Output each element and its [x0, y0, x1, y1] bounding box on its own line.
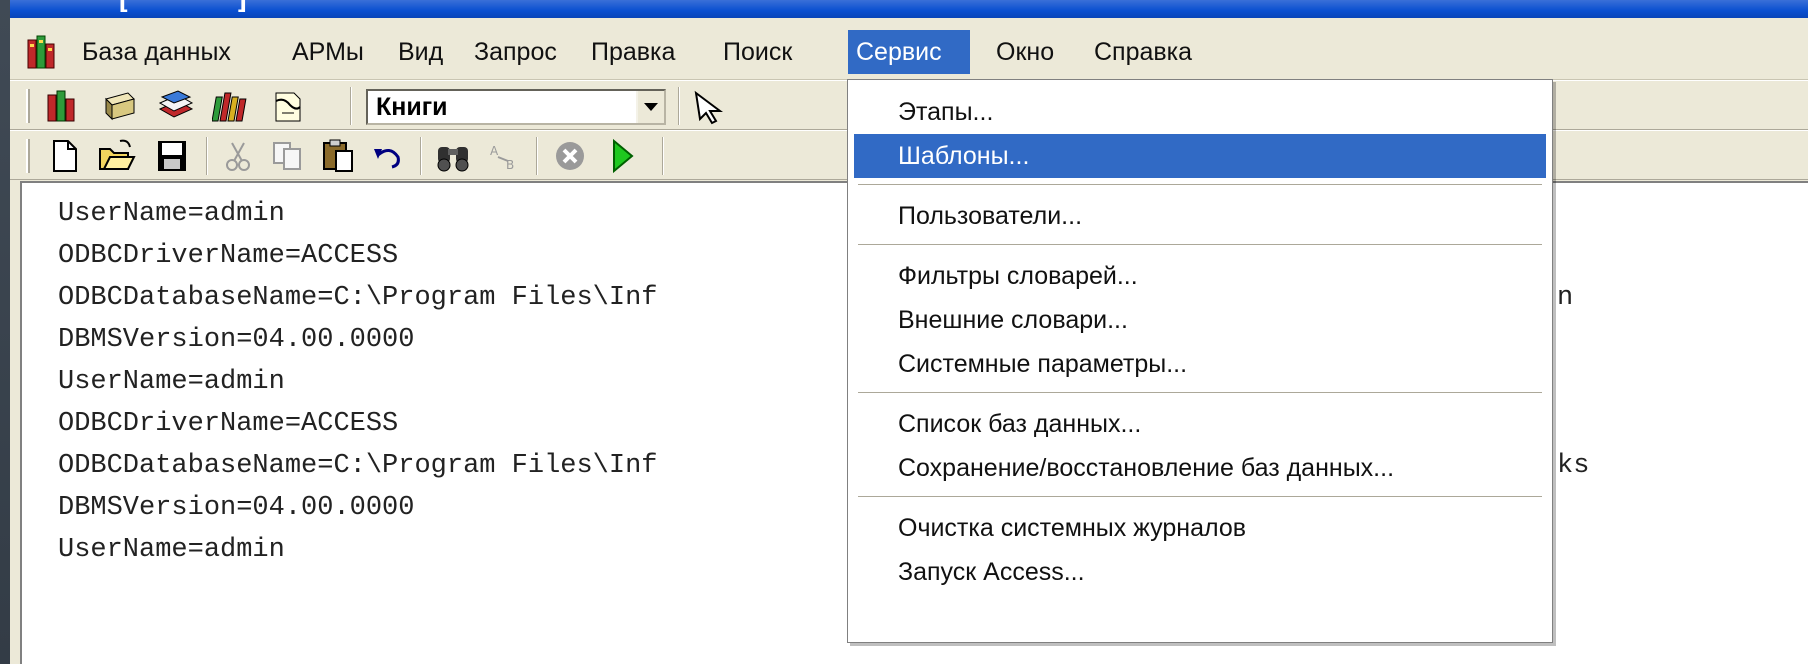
paste-icon[interactable]	[318, 137, 358, 175]
service-menu-dropdown: Этапы... Шаблоны... Пользователи... Филь…	[847, 79, 1553, 643]
editor-line: ODBCDriverName=ACCESS	[58, 409, 399, 439]
editor-line: UserName=admin	[58, 199, 285, 229]
editor-line: ODBCDatabaseName=C:\Program Files\Inf	[58, 283, 658, 313]
menu-bar: База данных АРМы Вид Запрос Правка Поиск…	[10, 24, 1808, 80]
menu-database[interactable]: База данных	[74, 34, 239, 70]
toolbar-separator	[678, 87, 680, 125]
svg-text:A: A	[490, 144, 499, 158]
menu-query[interactable]: Запрос	[466, 34, 565, 70]
menu-item-clear-logs[interactable]: Очистка системных журналов	[854, 506, 1546, 550]
stack-icon[interactable]	[211, 87, 252, 125]
editor-line: ODBCDatabaseName=C:\Program Files\Inf	[58, 451, 658, 481]
editor-line: UserName=admin	[58, 535, 285, 565]
toolbar-separator	[662, 137, 664, 175]
menu-separator	[858, 244, 1542, 246]
window-title: [ ]	[22, 0, 542, 12]
replace-icon: AB	[484, 137, 524, 175]
toolbar-separator	[420, 137, 422, 175]
menu-window[interactable]: Окно	[988, 34, 1062, 70]
pointer-icon[interactable]	[690, 87, 730, 125]
menu-item-system-parameters[interactable]: Системные параметры...	[854, 342, 1546, 386]
chevron-down-icon[interactable]	[636, 91, 664, 123]
editor-line: DBMSVersion=04.00.0000	[58, 325, 415, 355]
copy-icon	[268, 137, 308, 175]
menu-arms[interactable]: АРМы	[284, 34, 372, 70]
database-combo[interactable]: Книги	[366, 89, 666, 125]
find-icon[interactable]	[434, 137, 474, 175]
menu-edit[interactable]: Правка	[583, 34, 683, 70]
catalog-icon[interactable]	[100, 87, 140, 125]
new-file-icon[interactable]	[44, 137, 84, 175]
menu-separator	[858, 496, 1542, 498]
stop-icon	[550, 137, 590, 175]
menu-item-backup-restore[interactable]: Сохранение/восстановление баз данных...	[854, 446, 1546, 490]
menu-service[interactable]: Сервис	[848, 30, 970, 74]
menu-item-dictionary-filters[interactable]: Фильтры словарей...	[854, 254, 1546, 298]
menu-item-stages[interactable]: Этапы...	[854, 90, 1546, 134]
menu-separator	[858, 184, 1542, 186]
menu-search[interactable]: Поиск	[715, 34, 800, 70]
menu-separator	[858, 392, 1542, 394]
toolbar-grip[interactable]	[26, 89, 30, 123]
editor-line: DBMSVersion=04.00.0000	[58, 493, 415, 523]
editor-line-tail: ks	[1557, 451, 1590, 481]
cut-icon	[218, 137, 258, 175]
menu-help[interactable]: Справка	[1086, 34, 1200, 70]
menu-item-users[interactable]: Пользователи...	[854, 194, 1546, 238]
menu-view[interactable]: Вид	[390, 34, 451, 70]
toolbar-separator	[350, 87, 352, 125]
undo-icon[interactable]	[368, 137, 408, 175]
toolbar-separator	[536, 137, 538, 175]
toolbar-grip[interactable]	[26, 139, 30, 173]
database-combo-value: Книги	[376, 93, 448, 121]
app-books-icon[interactable]	[26, 34, 60, 70]
menu-item-database-list[interactable]: Список баз данных...	[854, 402, 1546, 446]
editor-line: UserName=admin	[58, 367, 285, 397]
run-icon[interactable]	[602, 137, 642, 175]
document-icon[interactable]	[268, 87, 308, 125]
open-folder-icon[interactable]	[96, 137, 136, 175]
menu-item-templates[interactable]: Шаблоны...	[854, 134, 1546, 178]
save-icon[interactable]	[152, 137, 192, 175]
menu-item-external-dictionaries[interactable]: Внешние словари...	[854, 298, 1546, 342]
toolbar-separator	[206, 137, 208, 175]
title-bar: [ ]	[10, 0, 1808, 18]
editor-line: ODBCDriverName=ACCESS	[58, 241, 399, 271]
menu-item-launch-access[interactable]: Запуск Access...	[854, 550, 1546, 594]
app-window: [ ] База данных АРМы Вид Запрос Правка П…	[10, 0, 1808, 664]
books-icon[interactable]	[42, 87, 82, 125]
magazines-icon[interactable]	[156, 87, 196, 125]
editor-line-tail: n	[1557, 283, 1574, 313]
